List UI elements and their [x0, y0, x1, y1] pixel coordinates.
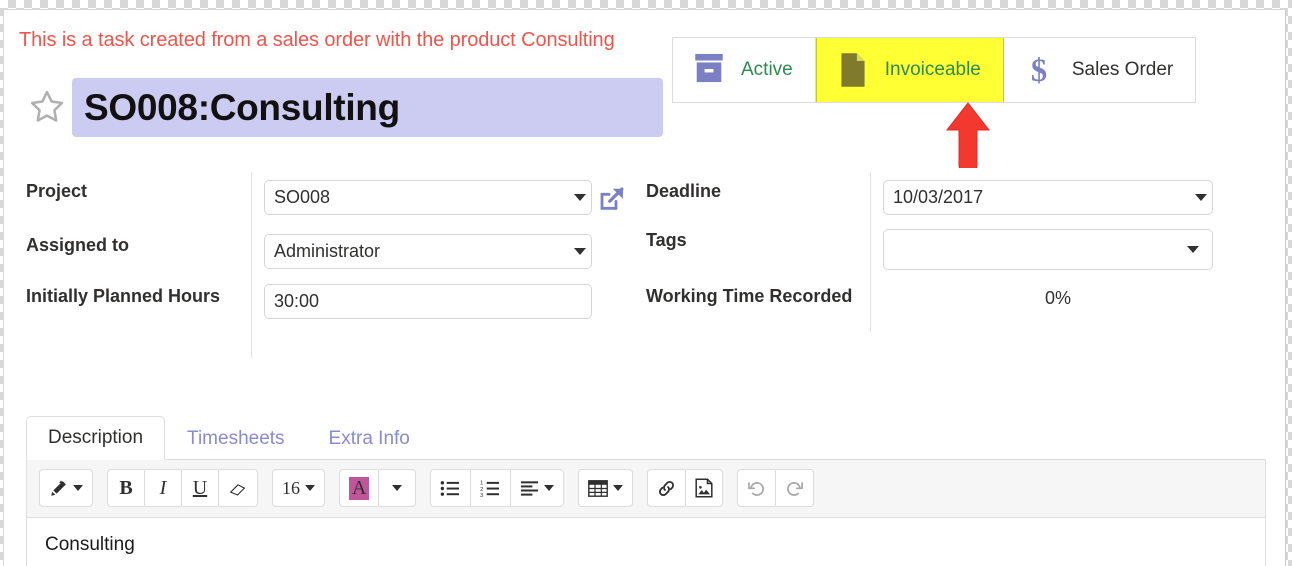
table-chevron-down-icon[interactable]: [613, 485, 624, 491]
toolbar-group-color: A: [339, 469, 417, 507]
magic-wand-icon[interactable]: [39, 469, 93, 507]
rich-text-editor: B I U 16 A 1 2 3 Consulting: [26, 460, 1266, 566]
working-time-recorded-value: 0%: [1045, 288, 1072, 308]
eraser-icon[interactable]: [218, 469, 258, 507]
redo-icon[interactable]: [775, 469, 815, 507]
form-column-separator-right: [870, 172, 871, 332]
notebook: Description Timesheets Extra Info B I U …: [26, 407, 1266, 566]
status-button-sales-order-label: Sales Order: [1071, 59, 1174, 80]
toolbar-group-paragraph: 1 2 3: [430, 469, 565, 507]
notebook-tab-list: Description Timesheets Extra Info: [26, 407, 1266, 460]
bold-icon[interactable]: B: [107, 469, 145, 507]
status-button-active[interactable]: Active: [673, 38, 816, 102]
italic-label: I: [159, 476, 167, 499]
toolbar-group-font-size: 16: [272, 469, 325, 507]
deadline-date-input[interactable]: [883, 180, 1213, 215]
toolbar-group-history: [737, 469, 815, 507]
toolbar-group-font-style: B I U: [107, 469, 258, 507]
status-button-invoiceable-label: Invoiceable: [884, 59, 981, 80]
underline-icon[interactable]: U: [181, 469, 219, 507]
align-left-icon[interactable]: [510, 469, 565, 507]
tab-description[interactable]: Description: [26, 416, 166, 460]
color-chevron-down-icon[interactable]: [392, 485, 403, 491]
magic-wand-chevron-down-icon[interactable]: [73, 485, 83, 491]
dollar-sign-icon: $: [1024, 52, 1056, 89]
svg-text:2: 2: [481, 486, 484, 492]
font-size-label: 16: [282, 477, 300, 498]
toolbar-group-style: [39, 469, 93, 507]
project-dropdown-input[interactable]: [264, 180, 592, 215]
red-up-arrow-icon: [945, 102, 991, 175]
editor-toolbar: B I U 16 A 1 2 3: [27, 460, 1265, 518]
ordered-list-icon[interactable]: 1 2 3: [470, 469, 512, 507]
tags-dropdown-input[interactable]: [883, 229, 1213, 270]
bold-label: B: [119, 476, 133, 499]
label-project: Project: [26, 181, 88, 201]
status-button-active-label: Active: [741, 59, 793, 80]
editor-content-area[interactable]: Consulting: [27, 518, 1265, 566]
external-link-icon[interactable]: [596, 183, 628, 215]
label-initially-planned-hours: Initially Planned Hours: [26, 286, 221, 306]
initially-planned-hours-input[interactable]: [264, 284, 592, 319]
editor-content-text: Consulting: [45, 534, 135, 555]
toolbar-group-insert: [647, 469, 724, 507]
odoo-task-form-page: This is a task created from a sales orde…: [3, 9, 1286, 566]
tab-extra-info[interactable]: Extra Info: [307, 417, 432, 460]
label-tags: Tags: [646, 230, 687, 250]
align-chevron-down-icon[interactable]: [544, 485, 555, 491]
status-button-bar: Active Invoiceable $ Sales Order: [672, 37, 1197, 103]
label-working-time-recorded: Working Time Recorded: [646, 286, 853, 306]
task-title-input[interactable]: [72, 78, 663, 137]
svg-text:$: $: [1031, 53, 1047, 88]
label-assigned-to: Assigned to: [26, 235, 130, 255]
color-dropdown-icon[interactable]: [378, 469, 417, 507]
document-icon: [837, 52, 869, 88]
link-icon[interactable]: [647, 469, 687, 507]
star-outline-icon[interactable]: [28, 88, 66, 126]
underline-label: U: [192, 476, 208, 499]
svg-text:3: 3: [481, 493, 484, 497]
insert-image-icon[interactable]: [685, 469, 724, 507]
table-icon[interactable]: [578, 469, 634, 507]
archive-box-icon: [693, 52, 725, 88]
assigned-to-dropdown-input[interactable]: [264, 234, 592, 269]
status-button-invoiceable[interactable]: Invoiceable: [815, 38, 1004, 102]
label-deadline: Deadline: [646, 181, 722, 201]
undo-icon[interactable]: [737, 469, 777, 507]
text-highlight-label: A: [349, 476, 370, 500]
svg-text:1: 1: [481, 480, 484, 486]
unordered-list-icon[interactable]: [430, 469, 472, 507]
form-column-separator-left: [251, 172, 252, 358]
font-size-icon[interactable]: 16: [272, 469, 325, 507]
status-button-sales-order[interactable]: $ Sales Order: [1003, 38, 1196, 102]
text-highlight-icon[interactable]: A: [339, 469, 380, 507]
italic-icon[interactable]: I: [144, 469, 182, 507]
font-size-chevron-down-icon[interactable]: [305, 485, 315, 491]
toolbar-group-table: [578, 469, 634, 507]
tab-timesheets[interactable]: Timesheets: [165, 417, 307, 460]
task-origin-alert: This is a task created from a sales orde…: [19, 29, 615, 51]
